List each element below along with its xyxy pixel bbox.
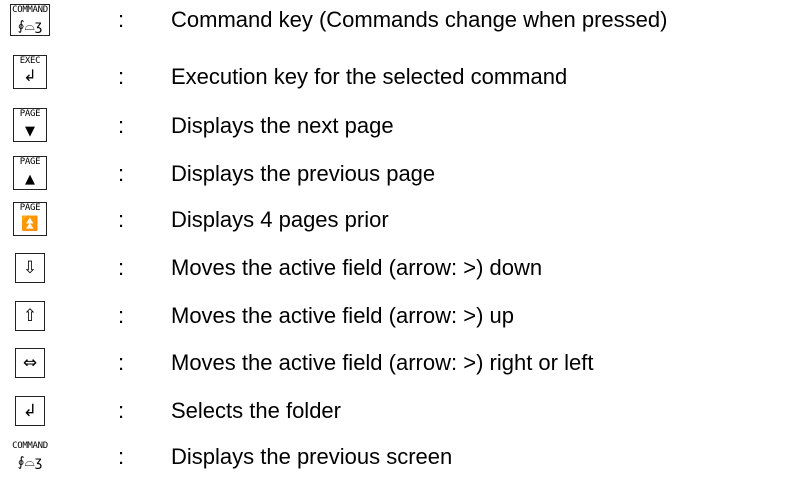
description-text: Moves the active field (arrow: >) up bbox=[171, 303, 514, 328]
legend-row-page-double-up: PAGE ⏫ : Displays 4 pages prior bbox=[0, 200, 806, 240]
colon-separator: : bbox=[118, 7, 125, 32]
description-text: Displays 4 pages prior bbox=[171, 207, 389, 232]
legend-row-arrow-up: ⇧ : Moves the active field (arrow: >) up bbox=[0, 296, 806, 336]
legend-row-enter: ↲ : Selects the folder bbox=[0, 391, 806, 431]
colon-separator: : bbox=[118, 161, 125, 186]
legend-row-arrow-down: ⇩ : Moves the active field (arrow: >) do… bbox=[0, 248, 806, 288]
enter-icon: ↲ bbox=[15, 396, 45, 426]
colon-separator: : bbox=[118, 207, 125, 232]
description-text: Displays the previous screen bbox=[171, 444, 453, 469]
page-double-up-icon: PAGE ⏫ bbox=[13, 202, 47, 236]
description-text: Execution key for the selected command bbox=[171, 64, 568, 89]
colon-separator: : bbox=[118, 255, 125, 280]
command-key-icon: COMMAND ∮⌓ʒ bbox=[10, 4, 50, 36]
colon-separator: : bbox=[118, 113, 125, 138]
exec-enter-icon: EXEC ↲ bbox=[13, 55, 47, 89]
description-text: Command key (Commands change when presse… bbox=[171, 7, 668, 32]
colon-separator: : bbox=[118, 64, 125, 89]
arrow-up-icon: ⇧ bbox=[15, 301, 45, 331]
command-key-icon: COMMAND ∮⌓ʒ bbox=[10, 441, 50, 473]
legend-row-command-previous: COMMAND ∮⌓ʒ : Displays the previous scre… bbox=[0, 437, 806, 477]
colon-separator: : bbox=[118, 398, 125, 423]
colon-separator: : bbox=[118, 444, 125, 469]
arrow-down-icon: ⇩ bbox=[15, 253, 45, 283]
arrow-left-right-icon: ⇔ bbox=[15, 348, 45, 378]
colon-separator: : bbox=[118, 303, 125, 328]
legend-row-arrow-left-right: ⇔ : Moves the active field (arrow: >) ri… bbox=[0, 343, 806, 383]
description-text: Selects the folder bbox=[171, 398, 341, 423]
legend-row-exec: EXEC ↲ : Execution key for the selected … bbox=[0, 55, 806, 97]
description-text: Moves the active field (arrow: >) right … bbox=[171, 350, 594, 375]
description-text: Displays the previous page bbox=[171, 161, 436, 186]
page-down-icon: PAGE ▼ bbox=[13, 108, 47, 142]
description-text: Moves the active field (arrow: >) down bbox=[171, 255, 543, 280]
colon-separator: : bbox=[118, 350, 125, 375]
page-up-icon: PAGE ▲ bbox=[13, 156, 47, 190]
legend-row-page-down: PAGE ▼ : Displays the next page bbox=[0, 106, 806, 146]
legend-row-command: COMMAND ∮⌓ʒ : Command key (Commands chan… bbox=[0, 0, 806, 40]
description-text: Displays the next page bbox=[171, 113, 394, 138]
legend-row-page-up: PAGE ▲ : Displays the previous page bbox=[0, 154, 806, 194]
